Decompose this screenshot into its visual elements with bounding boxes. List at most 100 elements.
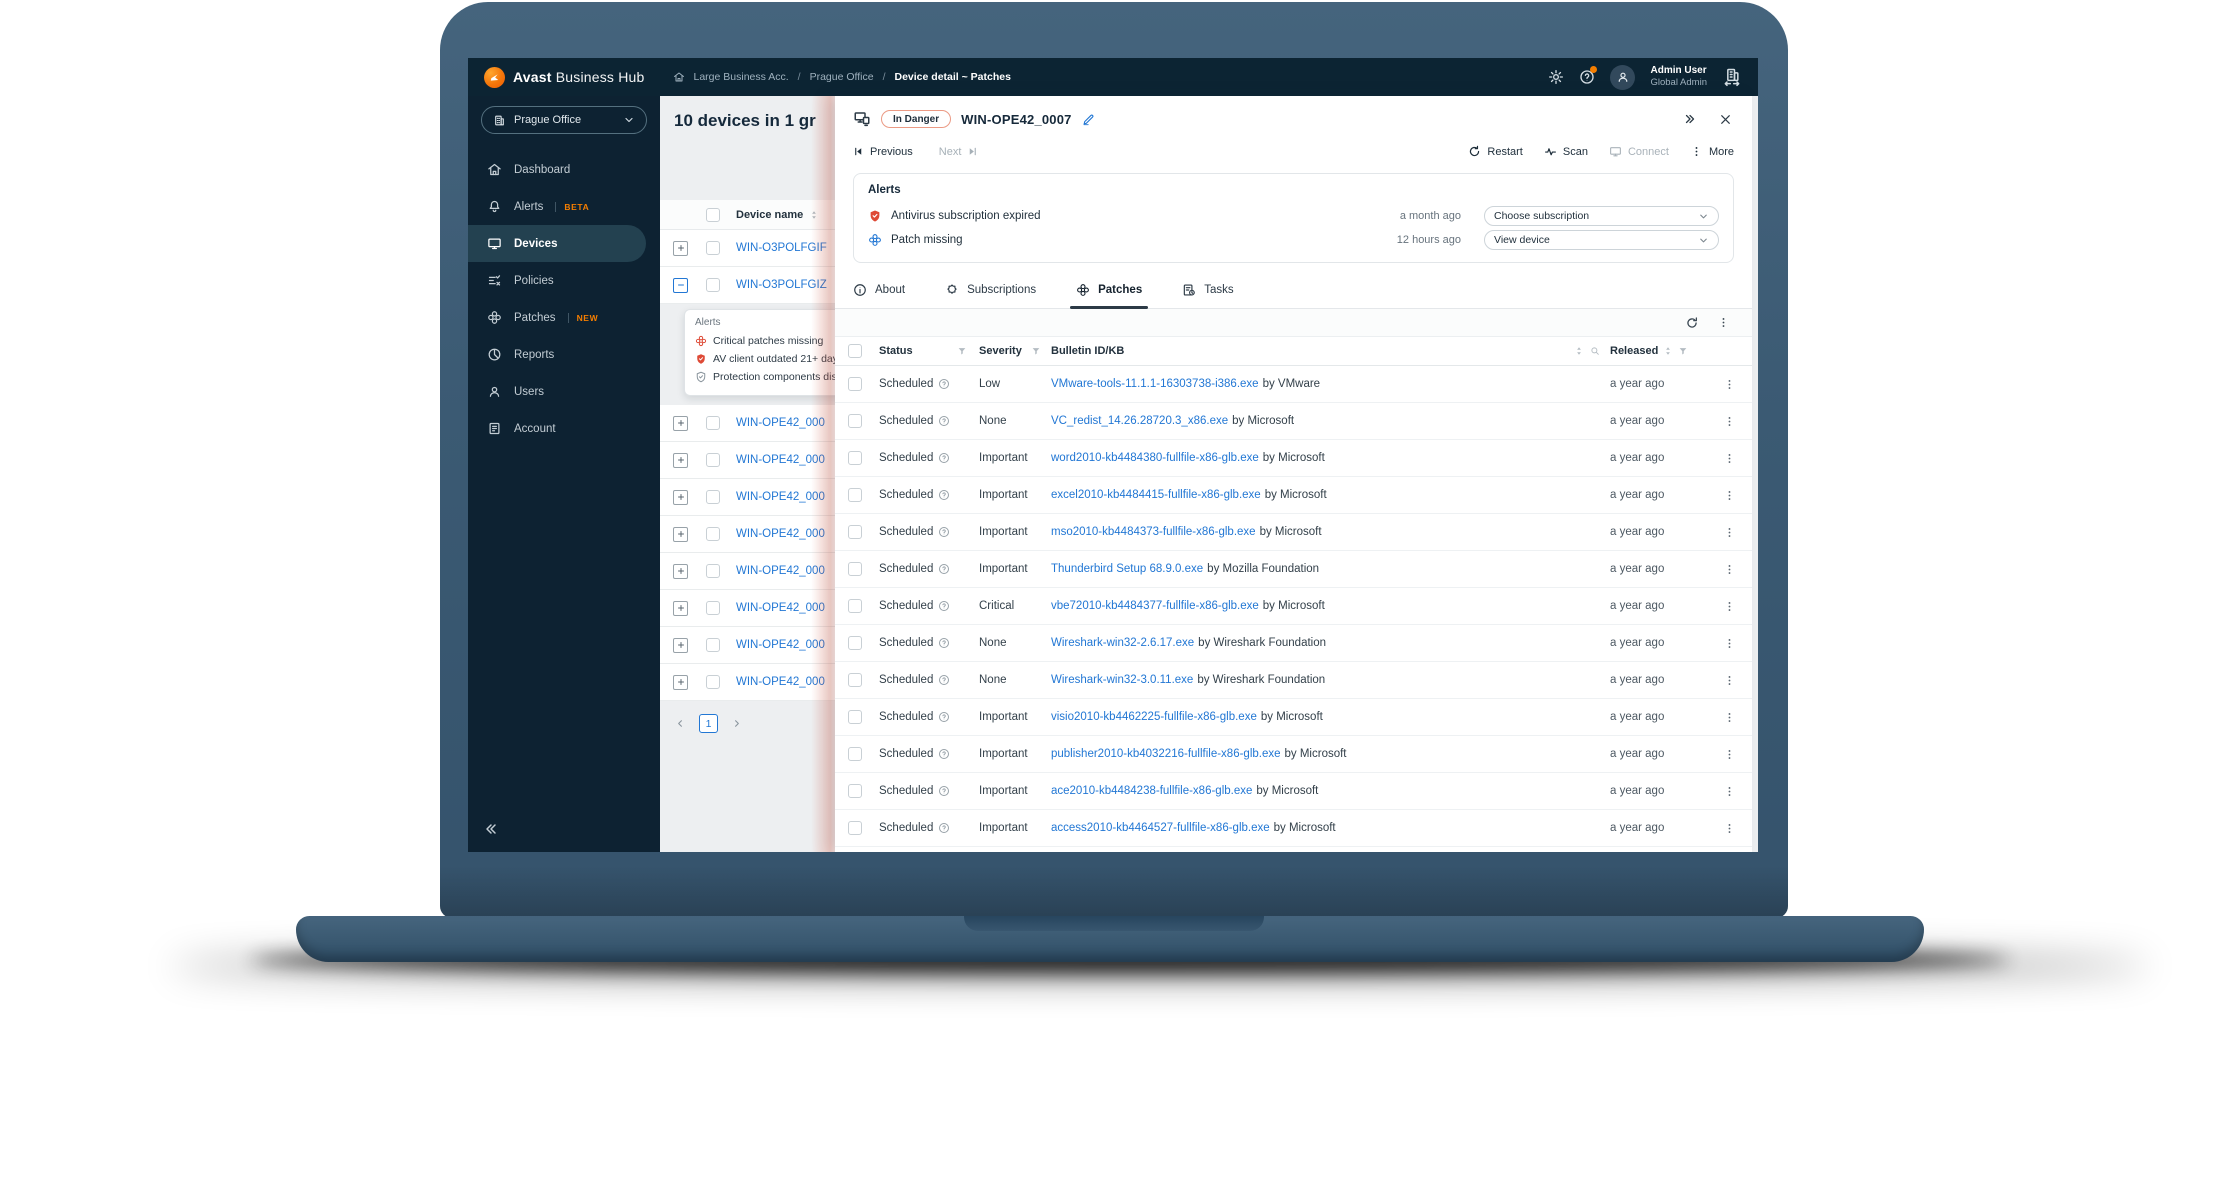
row-menu-kebab-icon[interactable] (1723, 489, 1736, 502)
row-checkbox[interactable] (706, 675, 720, 689)
page-prev-icon[interactable] (675, 718, 686, 729)
expand-row-button[interactable] (673, 489, 688, 505)
row-checkbox[interactable] (706, 490, 720, 504)
expand-row-button[interactable] (673, 240, 688, 256)
expand-row-button[interactable] (673, 563, 688, 579)
row-checkbox[interactable] (706, 416, 720, 430)
sidebar-item-dashboard[interactable]: Dashboard (468, 151, 660, 188)
row-checkbox[interactable] (706, 278, 720, 292)
row-menu-kebab-icon[interactable] (1723, 822, 1736, 835)
device-link[interactable]: WIN-OPE42_000 (736, 602, 825, 614)
released-column-header[interactable]: Released (1610, 345, 1658, 357)
select-all-checkbox[interactable] (706, 207, 720, 222)
alert-action-select[interactable]: View device (1484, 230, 1719, 250)
expand-row-button[interactable] (673, 452, 688, 468)
severity-column-header[interactable]: Severity (979, 345, 1022, 357)
sidebar-item-patches[interactable]: Patches NEW (468, 299, 660, 336)
row-menu-kebab-icon[interactable] (1723, 526, 1736, 539)
bulletin-link[interactable]: Thunderbird Setup 68.9.0.exe (1051, 563, 1203, 575)
bulletin-link[interactable]: ace2010-kb4484238-fullfile-x86-glb.exe (1051, 785, 1252, 797)
edit-name-icon[interactable] (1082, 113, 1095, 126)
row-checkbox[interactable] (706, 638, 720, 652)
expand-row-button[interactable] (673, 526, 688, 542)
filter-funnel-icon[interactable] (1678, 346, 1688, 356)
device-link[interactable]: WIN-O3POLFGIZ (736, 279, 827, 291)
help-button[interactable] (1579, 66, 1598, 86)
bulletin-column-header[interactable]: Bulletin ID/KB (1051, 345, 1124, 357)
sidebar-item-policies[interactable]: Policies (468, 262, 660, 299)
refresh-icon[interactable] (1685, 316, 1699, 330)
row-checkbox[interactable] (706, 527, 720, 541)
row-checkbox[interactable] (848, 673, 862, 687)
row-checkbox[interactable] (848, 377, 862, 391)
row-checkbox[interactable] (848, 525, 862, 539)
sort-icon[interactable] (1663, 346, 1673, 356)
row-menu-kebab-icon[interactable] (1723, 600, 1736, 613)
sort-icon[interactable] (1574, 346, 1584, 356)
row-menu-kebab-icon[interactable] (1723, 711, 1736, 724)
bulletin-link[interactable]: vbe72010-kb4484377-fullfile-x86-glb.exe (1051, 600, 1259, 612)
expand-row-button[interactable] (673, 637, 688, 653)
sidebar-item-users[interactable]: Users (468, 373, 660, 410)
expand-row-button[interactable] (673, 415, 688, 431)
sidebar-item-reports[interactable]: Reports (468, 336, 660, 373)
filter-funnel-icon[interactable] (957, 346, 967, 356)
bulletin-link[interactable]: word2010-kb4484380-fullfile-x86-glb.exe (1051, 452, 1259, 464)
row-checkbox[interactable] (706, 241, 720, 255)
bulletin-link[interactable]: access2010-kb4464527-fullfile-x86-glb.ex… (1051, 822, 1270, 834)
scan-button[interactable]: Scan (1544, 145, 1588, 158)
alert-action-select[interactable]: Choose subscription (1484, 206, 1719, 226)
tab-tasks[interactable]: Tasks (1182, 283, 1234, 308)
row-checkbox[interactable] (706, 453, 720, 467)
row-checkbox[interactable] (848, 451, 862, 465)
row-menu-kebab-icon[interactable] (1723, 637, 1736, 650)
bulletin-link[interactable]: Wireshark-win32-2.6.17.exe (1051, 637, 1194, 649)
home-icon[interactable] (673, 71, 685, 83)
row-checkbox[interactable] (706, 601, 720, 615)
row-checkbox[interactable] (848, 636, 862, 650)
sidebar-item-alerts[interactable]: Alerts BETA (468, 188, 660, 225)
row-menu-kebab-icon[interactable] (1723, 674, 1736, 687)
page-next-icon[interactable] (731, 718, 742, 729)
device-link[interactable]: WIN-OPE42_000 (736, 491, 825, 503)
device-link[interactable]: WIN-OPE42_000 (736, 528, 825, 540)
expand-row-button[interactable] (673, 674, 688, 690)
close-panel-icon[interactable] (1719, 113, 1732, 126)
bulletin-link[interactable]: VC_redist_14.26.28720.3_x86.exe (1051, 415, 1228, 427)
breadcrumb-account[interactable]: Large Business Acc. (694, 71, 789, 83)
row-menu-kebab-icon[interactable] (1723, 748, 1736, 761)
device-link[interactable]: WIN-OPE42_000 (736, 565, 825, 577)
bulletin-link[interactable]: excel2010-kb4484415-fullfile-x86-glb.exe (1051, 489, 1261, 501)
row-checkbox[interactable] (848, 414, 862, 428)
device-link[interactable]: WIN-OPE42_000 (736, 454, 825, 466)
select-all-checkbox[interactable] (848, 344, 862, 358)
row-menu-kebab-icon[interactable] (1723, 563, 1736, 576)
page-number[interactable]: 1 (699, 714, 718, 733)
device-link[interactable]: WIN-OPE42_000 (736, 639, 825, 651)
row-checkbox[interactable] (706, 564, 720, 578)
user-info[interactable]: Admin User Global Admin (1650, 65, 1707, 89)
row-menu-kebab-icon[interactable] (1723, 415, 1736, 428)
row-checkbox[interactable] (848, 747, 862, 761)
row-menu-kebab-icon[interactable] (1723, 785, 1736, 798)
collapse-row-button[interactable] (673, 277, 688, 293)
tab-about[interactable]: About (853, 283, 905, 308)
row-checkbox[interactable] (848, 710, 862, 724)
org-selector[interactable]: Prague Office (481, 106, 647, 134)
row-checkbox[interactable] (848, 562, 862, 576)
status-column-header[interactable]: Status (879, 345, 913, 357)
collapse-sidebar-button[interactable] (483, 820, 499, 838)
bulletin-link[interactable]: Wireshark-win32-3.0.11.exe (1051, 674, 1193, 686)
search-icon[interactable] (1590, 346, 1600, 356)
breadcrumb-site[interactable]: Prague Office (810, 71, 874, 83)
row-checkbox[interactable] (848, 821, 862, 835)
previous-device-button[interactable]: Previous (853, 146, 913, 158)
sort-icon[interactable] (809, 210, 819, 220)
device-link[interactable]: WIN-O3POLFGIF (736, 242, 827, 254)
org-switcher-icon[interactable] (1722, 67, 1742, 87)
sidebar-item-devices[interactable]: Devices (468, 225, 646, 262)
device-name-column-header[interactable]: Device name (736, 209, 803, 221)
row-menu-kebab-icon[interactable] (1723, 452, 1736, 465)
tab-subscriptions[interactable]: Subscriptions (945, 283, 1036, 308)
row-checkbox[interactable] (848, 784, 862, 798)
